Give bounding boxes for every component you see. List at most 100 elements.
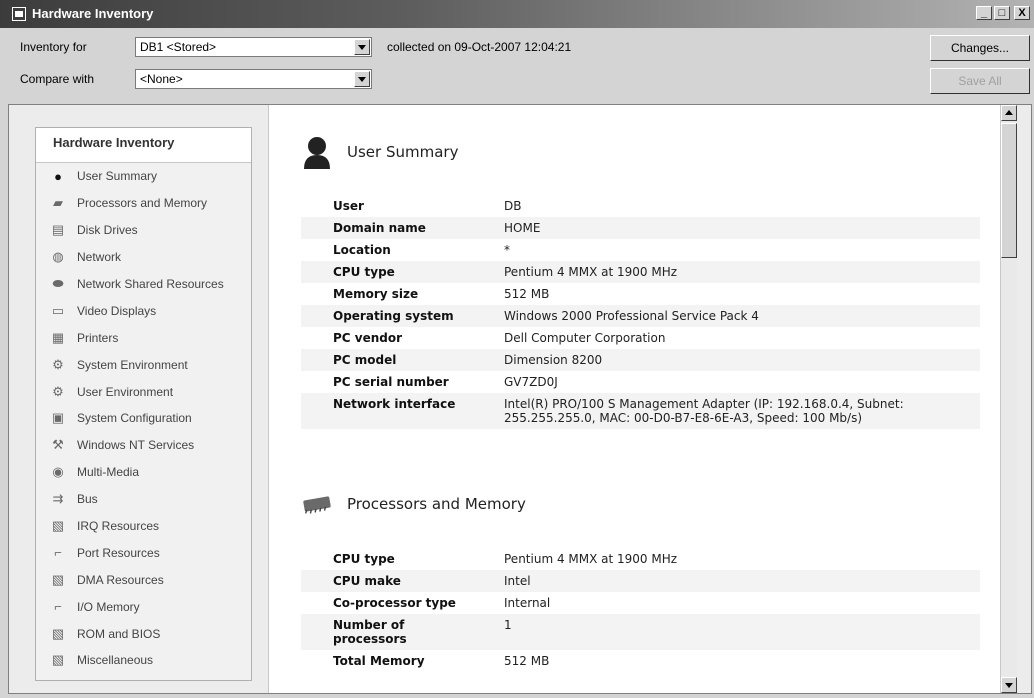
table-row: Operating system Windows 2000 Professiona… [301, 305, 980, 327]
sidebar-item[interactable]: ▭ Video Displays [36, 297, 251, 324]
table-row: CPU type Pentium 4 MMX at 1900 MHz [301, 261, 980, 283]
sidebar-item[interactable]: ⌐ I/O Memory [36, 593, 251, 620]
collected-text: collected on 09-Oct-2007 12:04:21 [387, 40, 572, 54]
sidebar-item[interactable]: ▣ System Configuration [36, 405, 251, 432]
sidebar-item[interactable]: ▤ Disk Drives [36, 217, 251, 244]
port-icon: ⌐ [54, 599, 62, 615]
sidebar-item-label: DMA Resources [77, 572, 164, 587]
sidebar-item[interactable]: ⚙ User Environment [36, 378, 251, 405]
property-name: Network interface [301, 393, 478, 429]
sidebar-item[interactable]: ▧ IRQ Resources [36, 513, 251, 540]
sidebar-item[interactable]: ▦ Printers [36, 324, 251, 351]
services-icon: ⚒ [52, 437, 64, 453]
sidebar-item[interactable]: ⚙ System Environment [36, 351, 251, 378]
table-row: Location * [301, 239, 980, 261]
compare-with-dropdown[interactable]: <None> [135, 69, 372, 89]
property-name: PC serial number [333, 375, 449, 389]
table-row: Network interface Intel(R) PRO/100 S Mana… [301, 393, 980, 429]
property-name: PC vendor [333, 331, 403, 345]
property-value: Pentium 4 MMX at 1900 MHz [504, 552, 678, 566]
close-button[interactable]: X [1014, 6, 1030, 20]
share-icon: ⬬ [52, 276, 64, 291]
sidebar-item[interactable]: ● User Summary [36, 163, 251, 190]
report-pane: User Summary User DB Domain name HOME Locati… [268, 105, 1017, 693]
sidebar-item[interactable]: ◍ Network [36, 244, 251, 271]
minimize-button[interactable]: _ [976, 6, 992, 20]
sidebar-item[interactable]: ▧ ROM and BIOS [36, 620, 251, 647]
sidebar-item[interactable]: ▧ Miscellaneous [36, 647, 251, 674]
sidebar-item-label: I/O Memory [77, 599, 140, 614]
sidebar: Hardware Inventory ● User Summary ▰ Process… [35, 127, 252, 681]
sidebar-item[interactable]: ⇉ Bus [36, 486, 251, 513]
sidebar-item-label: Disk Drives [77, 223, 138, 238]
settings-icon: ⚙ [52, 383, 64, 399]
globe-icon: ◍ [52, 249, 64, 265]
chevron-down-icon[interactable] [354, 71, 370, 87]
sidebar-item-label: Miscellaneous [77, 653, 154, 668]
scroll-up-button[interactable] [1001, 105, 1017, 121]
sidebar-item[interactable]: ⌐ Port Resources [36, 539, 251, 566]
sidebar-item[interactable]: ◉ Multi-Media [36, 459, 251, 486]
property-value: 1 [478, 614, 980, 650]
sidebar-item-label: Multi-Media [77, 465, 140, 480]
section-user-summary: User Summary [301, 135, 458, 169]
property-value: DB [504, 199, 522, 213]
sidebar-item-label: Network [77, 250, 122, 265]
compare-with-value: <None> [140, 72, 183, 86]
table-row: User DB [301, 195, 980, 217]
property-value: 512 MB [504, 654, 550, 668]
sidebar-item-label: User Summary [77, 169, 158, 184]
resource-icon: ▧ [51, 652, 65, 668]
printer-icon: ▦ [51, 329, 65, 345]
sidebar-item[interactable]: ⬬ Network Shared Resources [36, 271, 251, 298]
content-area: Hardware Inventory ● User Summary ▰ Process… [8, 104, 1032, 694]
sidebar-item[interactable]: ⚒ Windows NT Services [36, 432, 251, 459]
scroll-thumb[interactable] [1001, 123, 1017, 258]
property-value: GV7ZD0J [504, 375, 558, 389]
sidebar-item[interactable]: ▧ DMA Resources [36, 566, 251, 593]
property-name: Co-processor type [333, 596, 456, 610]
property-value: Pentium 4 MMX at 1900 MHz [478, 261, 980, 283]
table-row: Number of processors 1 [301, 614, 980, 650]
chevron-down-icon[interactable] [354, 39, 370, 55]
sidebar-item-label: Windows NT Services [77, 438, 195, 453]
table-row: PC vendor Dell Computer Corporation [301, 327, 980, 349]
table-row: Co-processor type Internal [301, 592, 980, 614]
settings-icon: ⚙ [52, 356, 64, 372]
sidebar-list: ● User Summary ▰ Processors and Memory ▤ Disk… [36, 163, 251, 674]
property-value: Dell Computer Corporation [504, 331, 666, 345]
compare-with-label: Compare with [20, 72, 95, 86]
property-value: Intel [478, 570, 980, 592]
maximize-button[interactable]: □ [994, 6, 1010, 20]
sidebar-item[interactable]: ▰ Processors and Memory [36, 190, 251, 217]
media-icon: ◉ [52, 464, 64, 480]
inventory-for-dropdown[interactable]: DB1 <Stored> [135, 37, 372, 57]
property-value: Windows 2000 Professional Service Pack 4 [478, 305, 980, 327]
sidebar-item-label: Network Shared Resources [77, 277, 224, 291]
changes-button[interactable]: Changes... [930, 35, 1030, 61]
table-row: PC model Dimension 8200 [301, 349, 980, 371]
property-name: CPU type [301, 261, 478, 283]
save-all-button[interactable]: Save All [930, 68, 1030, 94]
chip-icon: ▰ [53, 195, 63, 211]
scroll-down-button[interactable] [1001, 677, 1017, 693]
property-value: 512 MB [504, 287, 550, 301]
chip-icon [301, 487, 333, 521]
resource-icon: ▧ [51, 625, 65, 641]
property-name: CPU type [333, 552, 395, 566]
sidebar-item-label: System Environment [77, 357, 188, 372]
processors-table: CPU type Pentium 4 MMX at 1900 MHz CPU mak… [301, 548, 980, 672]
inventory-for-value: DB1 <Stored> [140, 40, 217, 54]
property-name: Memory size [333, 287, 419, 301]
sidebar-item-label: Processors and Memory [77, 196, 208, 211]
table-row: CPU type Pentium 4 MMX at 1900 MHz [301, 548, 980, 570]
sidebar-item-label: Port Resources [77, 545, 160, 560]
toolbar: Inventory for DB1 <Stored> collected on … [0, 28, 1034, 102]
vertical-scrollbar[interactable] [1000, 105, 1017, 693]
sidebar-item-label: Printers [77, 330, 119, 345]
usb-icon: ⇉ [52, 491, 64, 507]
window-title: Hardware Inventory [32, 6, 154, 21]
property-value: Internal [504, 596, 551, 610]
sidebar-item-label: Bus [77, 492, 98, 507]
property-name: CPU make [301, 570, 478, 592]
